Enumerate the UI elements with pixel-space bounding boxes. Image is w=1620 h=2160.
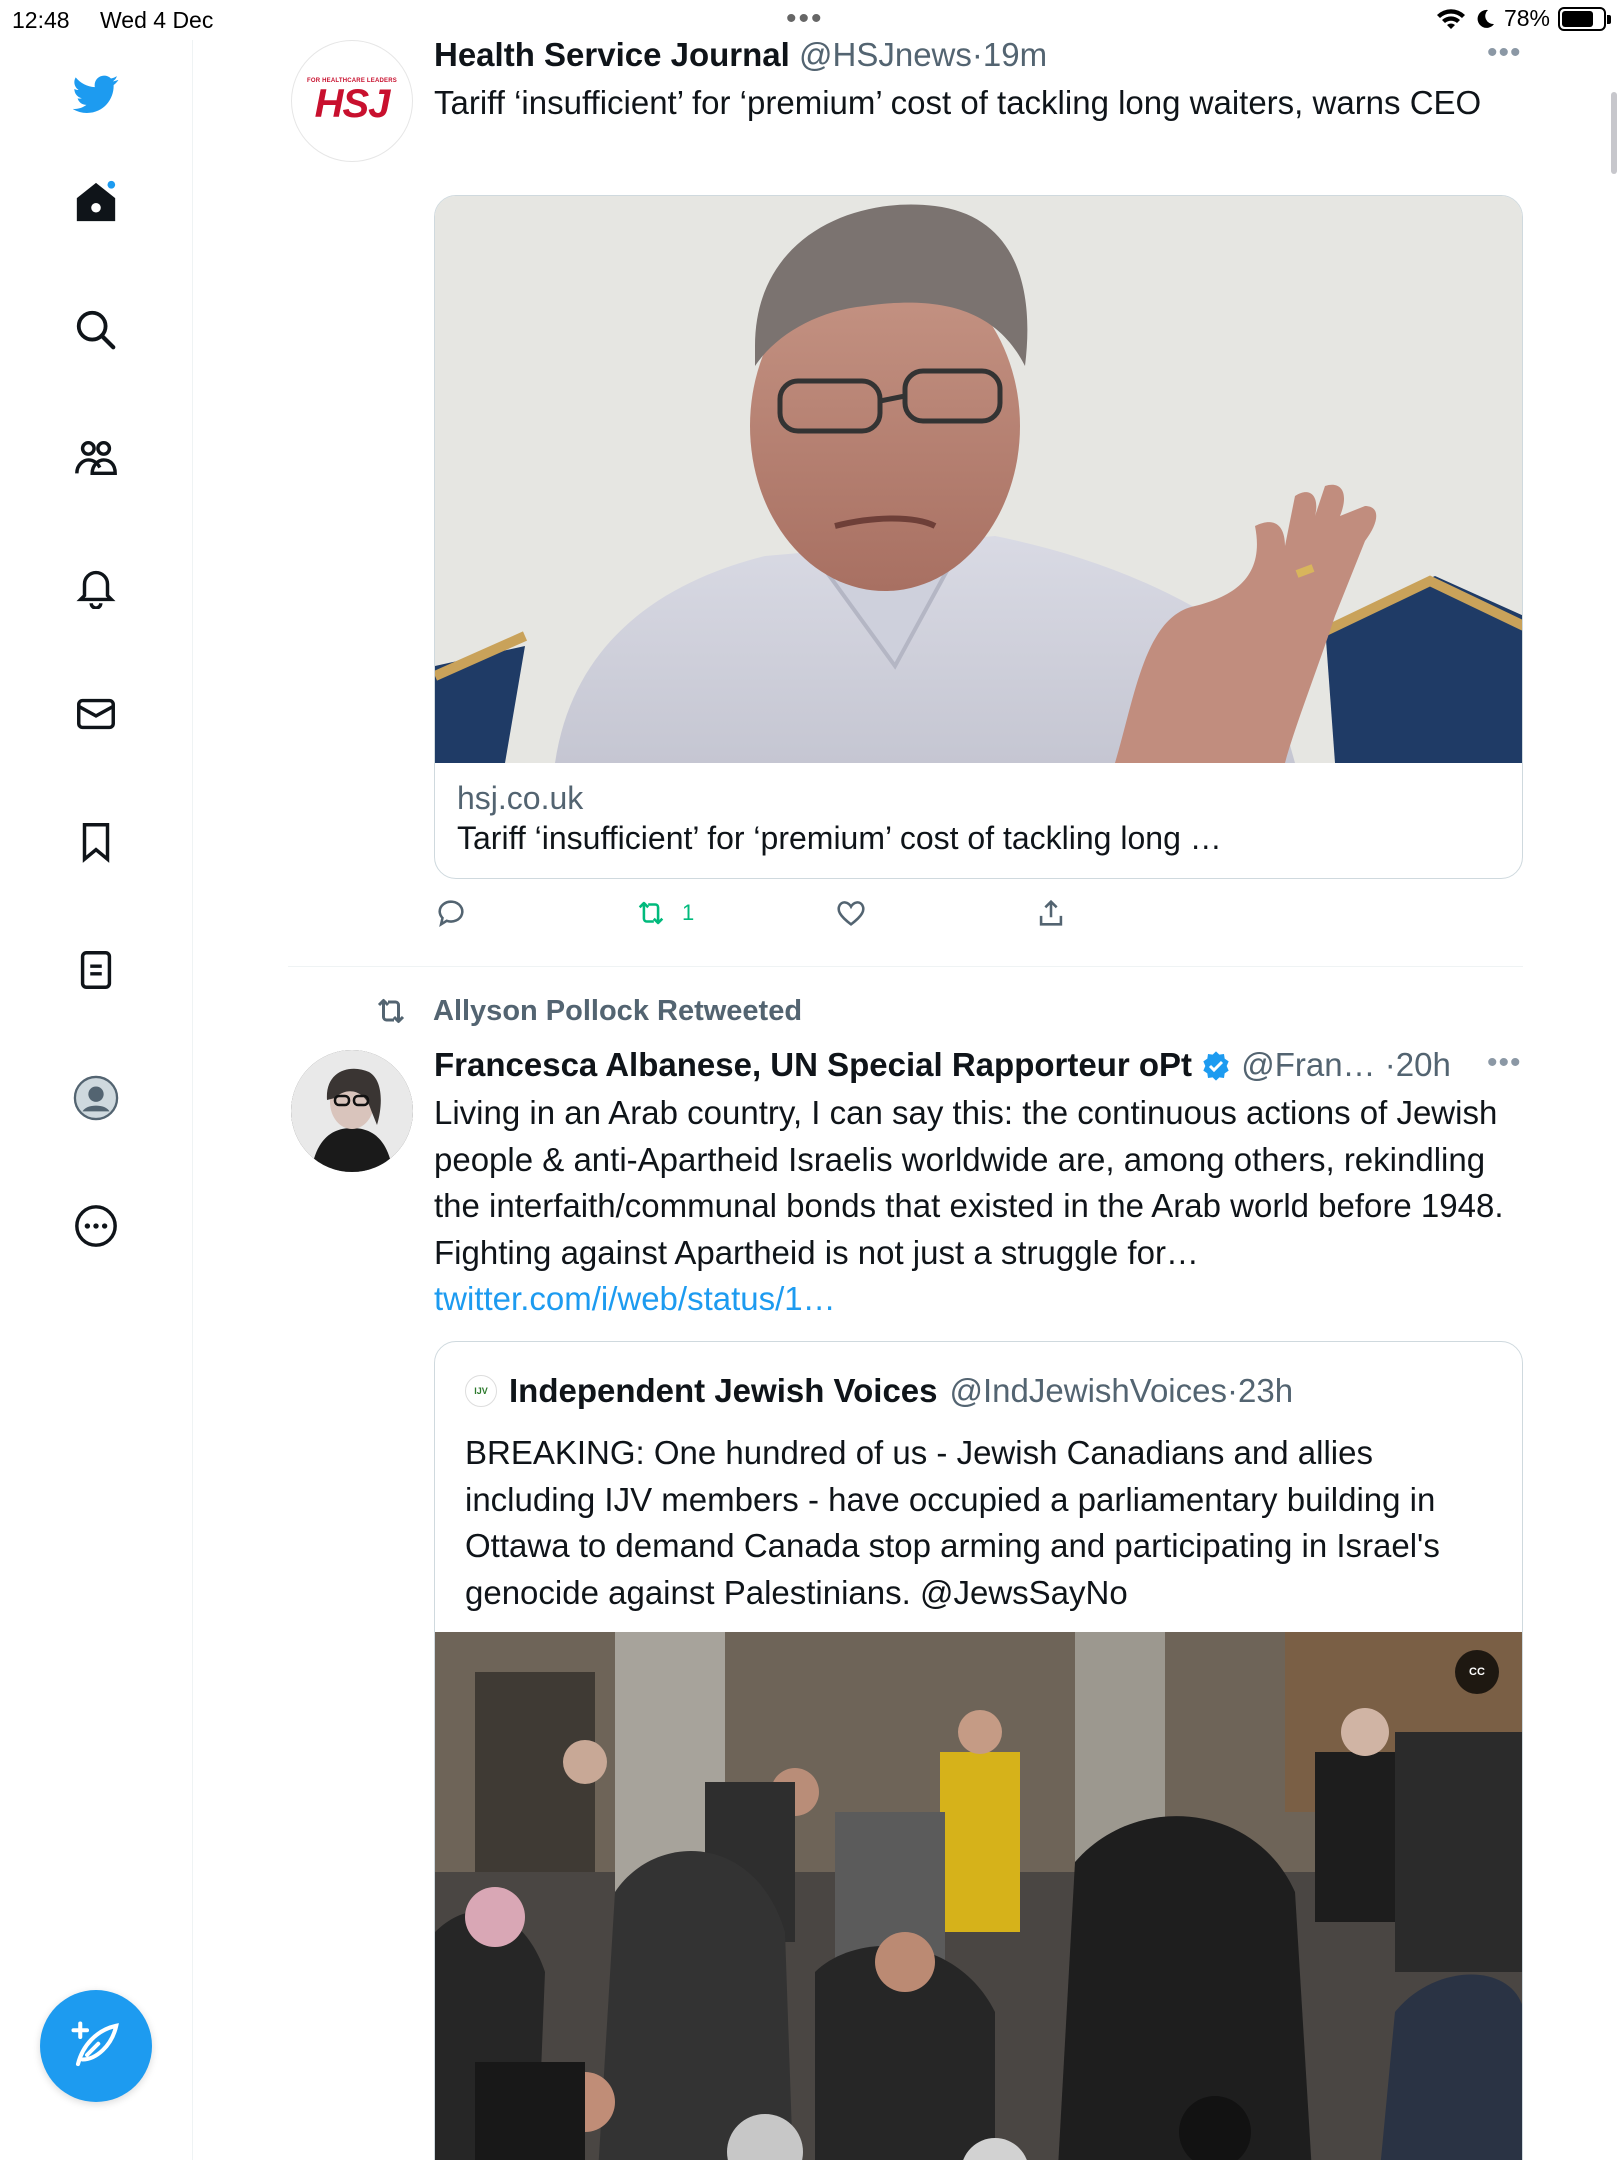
more-icon[interactable] (66, 1196, 126, 1256)
handle[interactable]: @HSJnews (799, 36, 972, 73)
closed-captions-button[interactable]: CC (1455, 1650, 1499, 1694)
share-icon (1039, 899, 1063, 926)
card-domain: hsj.co.uk (457, 780, 584, 816)
retweet-icon (638, 901, 664, 925)
separator: · (971, 36, 983, 73)
reply-icon (438, 900, 464, 928)
retweeted-by[interactable]: Allyson Pollock Retweeted (433, 995, 802, 1028)
timestamp[interactable]: 20h (1396, 1046, 1451, 1083)
quote-header: IJV Independent Jewish Voices @IndJewish… (465, 1372, 1293, 1410)
heart-icon (837, 901, 865, 926)
more-options-icon[interactable]: ••• (1487, 36, 1522, 70)
video-frame-crowd (435, 1632, 1522, 2160)
handle[interactable]: @Fran… (1241, 1046, 1375, 1083)
compose-feather-icon (71, 2021, 119, 2067)
lists-icon[interactable] (66, 940, 126, 1000)
more-options-icon[interactable]: ••• (1487, 1046, 1522, 1080)
tweet-header: Health Service Journal @HSJnews·19m (434, 35, 1047, 75)
like-button[interactable] (834, 896, 868, 930)
home-icon[interactable] (66, 172, 126, 232)
tweet-divider (288, 966, 1523, 967)
quote-video[interactable]: CC (435, 1632, 1522, 2160)
moon-icon (1477, 9, 1494, 28)
notifications-icon[interactable] (66, 556, 126, 616)
retweet-context: Allyson Pollock Retweeted (373, 993, 802, 1029)
status-time: 12:48 (12, 7, 70, 33)
multitasking-dots[interactable]: ••• (786, 2, 824, 36)
wifi-icon (1436, 8, 1465, 29)
quote-text: BREAKING: One hundred of us - Jewish Can… (465, 1434, 1440, 1611)
timeline[interactable]: FOR HEALTHCARE LEADERS HSJ Health Servic… (193, 36, 1620, 2160)
separator: · (1227, 1372, 1238, 1409)
quote-tweet[interactable]: IJV Independent Jewish Voices @IndJewish… (434, 1341, 1523, 2160)
verified-badge-icon (1203, 1051, 1229, 1081)
link-card[interactable]: hsj.co.uk Tariff ‘insufficient’ for ‘pre… (434, 195, 1523, 879)
avatar-logo: HSJ (314, 82, 391, 126)
messages-icon[interactable] (66, 684, 126, 744)
quote-avatar-ijv-logo[interactable]: IJV (465, 1375, 497, 1407)
display-name[interactable]: Francesca Albanese, UN Special Rapporteu… (434, 1046, 1192, 1083)
battery-icon (1558, 6, 1611, 31)
separator: · (1384, 1046, 1396, 1083)
quote-timestamp: 23h (1238, 1372, 1294, 1409)
retweet-count: 1 (682, 900, 695, 925)
tweet-header: Francesca Albanese, UN Special Rapporteu… (434, 1045, 1451, 1085)
status-bar: 12:48 Wed 4 Dec ••• 78% (0, 0, 1620, 40)
timestamp[interactable]: 19m (983, 36, 1047, 73)
profile-icon[interactable] (66, 1068, 126, 1128)
bookmarks-icon[interactable] (66, 812, 126, 872)
quote-handle-text: @IndJewishVoices (949, 1372, 1227, 1409)
display-name[interactable]: Health Service Journal (434, 36, 790, 73)
scrollbar[interactable] (1611, 92, 1617, 174)
battery-percent: 78% (1503, 5, 1550, 31)
tweet-link[interactable]: twitter.com/i/web/status/1… (434, 1280, 836, 1317)
reply-button[interactable] (434, 896, 468, 930)
retweet-button[interactable]: 1 (634, 896, 694, 930)
status-date: Wed 4 Dec (100, 7, 214, 33)
quote-handle: @IndJewishVoices·23h (950, 1372, 1294, 1410)
search-icon[interactable] (66, 300, 126, 360)
tweet-text: Living in an Arab country, I can say thi… (434, 1090, 1534, 1323)
quote-display-name[interactable]: Independent Jewish Voices (509, 1372, 938, 1410)
tweet-body: Living in an Arab country, I can say thi… (434, 1094, 1504, 1271)
communities-icon[interactable] (66, 428, 126, 488)
card-title: Tariff ‘insufficient’ for ‘premium’ cost… (457, 820, 1222, 856)
sidebar (0, 40, 193, 2160)
avatar[interactable]: FOR HEALTHCARE LEADERS HSJ (291, 40, 413, 162)
share-button[interactable] (1034, 896, 1068, 930)
twitter-bird-icon[interactable] (66, 64, 126, 124)
battery-fill (1562, 10, 1594, 27)
tweet-text: Tariff ‘insufficient’ for ‘premium’ cost… (434, 84, 1482, 121)
avatar[interactable] (291, 1050, 413, 1172)
compose-tweet-button[interactable] (40, 1990, 152, 2102)
card-image[interactable] (435, 196, 1522, 763)
avatar-portrait (291, 1050, 413, 1172)
retweet-context-icon (377, 999, 405, 1023)
card-photo-man (435, 196, 1522, 763)
